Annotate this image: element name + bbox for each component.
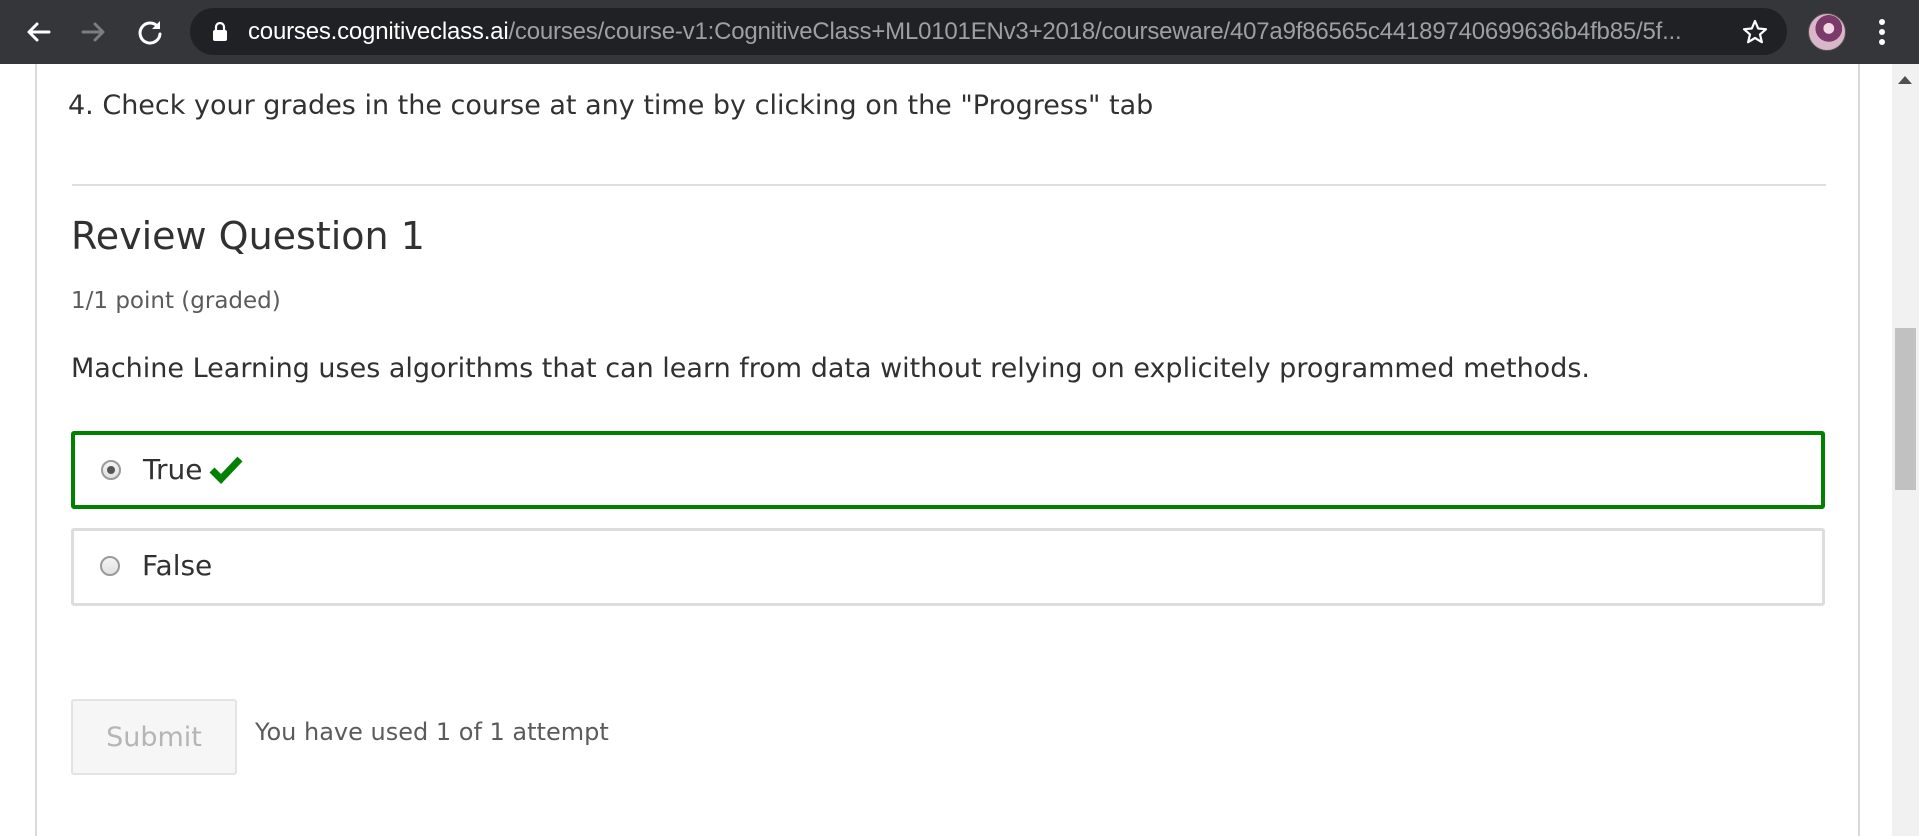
points-label: 1/1 point (graded) xyxy=(71,288,281,314)
arrow-right-icon xyxy=(81,22,105,42)
back-button[interactable] xyxy=(18,12,58,52)
radio-false[interactable] xyxy=(100,556,120,576)
scroll-up-arrow-icon[interactable] xyxy=(1898,76,1912,84)
url-host: courses.cognitiveclass.ai xyxy=(248,18,509,45)
kebab-menu-icon[interactable] xyxy=(1870,14,1894,50)
choice-true[interactable]: True xyxy=(71,431,1825,509)
address-bar[interactable]: courses.cognitiveclass.ai/courses/course… xyxy=(190,8,1787,55)
scrollbar-thumb[interactable] xyxy=(1895,328,1916,490)
content-border-right xyxy=(1858,64,1860,836)
choice-false-label: False xyxy=(142,549,213,582)
choice-false[interactable]: False xyxy=(71,528,1825,606)
page-content: 4. Check your grades in the course at an… xyxy=(0,64,1919,836)
question-prompt: Machine Learning uses algorithms that ca… xyxy=(71,353,1590,384)
star-icon[interactable] xyxy=(1741,18,1769,46)
content-border-left xyxy=(35,64,37,836)
reload-icon xyxy=(138,21,162,45)
url-path: /courses/course-v1:CognitiveClass+ML0101… xyxy=(508,18,1682,45)
reload-button[interactable] xyxy=(130,12,170,52)
forward-button[interactable] xyxy=(74,12,114,52)
choice-true-label: True xyxy=(143,453,203,486)
lock-icon xyxy=(213,22,227,41)
instruction-text: 4. Check your grades in the course at an… xyxy=(68,90,1154,121)
url-text[interactable]: courses.cognitiveclass.ai/courses/course… xyxy=(248,8,1708,55)
question-title: Review Question 1 xyxy=(71,214,425,258)
section-divider xyxy=(72,184,1826,186)
arrow-left-icon xyxy=(27,22,51,42)
submit-button[interactable]: Submit xyxy=(71,699,237,775)
profile-avatar[interactable] xyxy=(1808,13,1846,51)
radio-true[interactable] xyxy=(101,460,121,480)
attempts-text: You have used 1 of 1 attempt xyxy=(255,718,609,746)
checkmark-icon xyxy=(209,456,243,484)
browser-toolbar: courses.cognitiveclass.ai/courses/course… xyxy=(0,0,1919,64)
